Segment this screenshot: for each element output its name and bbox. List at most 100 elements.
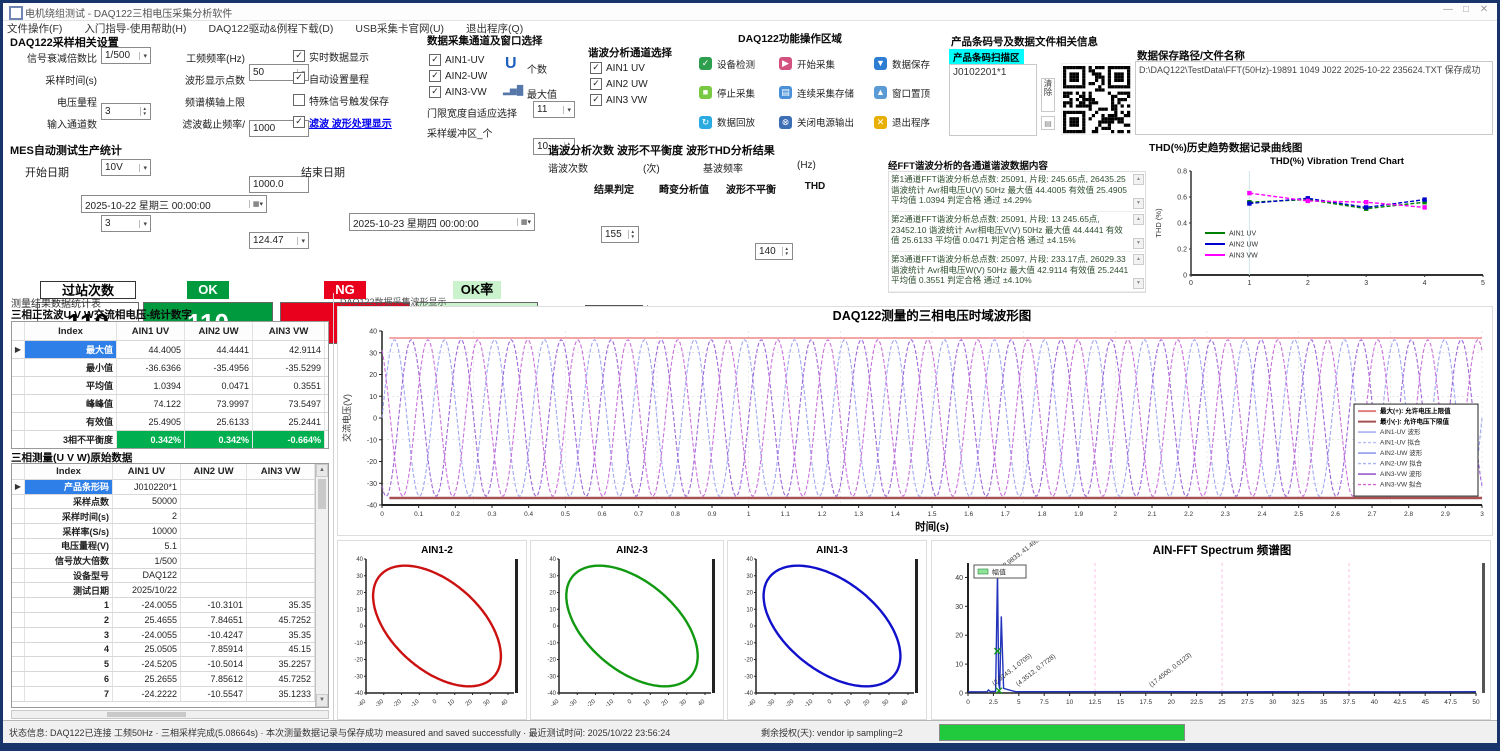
minimize-button[interactable]: — (1439, 4, 1457, 15)
table-row[interactable]: 7-24.2222-10.554735.1233 (12, 687, 328, 702)
scroll-up-icon[interactable]: ▲ (1133, 214, 1144, 225)
acq-field-input[interactable]: 1000.0 (249, 176, 309, 193)
table-row[interactable]: 采样点数50000 (12, 495, 328, 510)
acq-check-1[interactable]: ✓自动设置量程 (293, 71, 425, 85)
svg-text:40: 40 (697, 698, 706, 707)
op-button-0[interactable]: ✓设备检测 (699, 57, 779, 71)
value-cell (247, 554, 315, 568)
table-row[interactable]: 625.26557.8561245.7252 (12, 672, 328, 687)
op-button-2[interactable]: ▼数据保存 (874, 57, 949, 71)
value-cell (247, 569, 315, 583)
fft-log-area: 第1通道FFT谐波分析总点数: 25091, 片段: 245.65点, 2643… (888, 171, 1146, 293)
calendar-icon: ▦▾ (517, 218, 531, 226)
table-row[interactable]: 3相不平衡度0.342%0.342%-0.664% (12, 431, 328, 449)
svg-text:10: 10 (447, 698, 456, 707)
close-button[interactable]: ✕ (1475, 4, 1493, 15)
scroll-thumb[interactable] (318, 479, 326, 509)
row-label-cell: 3相不平衡度 (25, 431, 117, 448)
daq-check-1[interactable]: ✓AIN2-UW (429, 69, 499, 83)
svg-text:0.8: 0.8 (1177, 169, 1187, 176)
row-marker (12, 613, 25, 627)
svg-text:0: 0 (360, 624, 364, 630)
scroll-up-icon[interactable]: ▲ (1133, 174, 1144, 185)
lissajous-ain1-3-chart: AIN1-3-40-40-30-30-20-20-10-100010102020… (727, 540, 927, 720)
row-label-cell: 3 (25, 628, 113, 642)
scroll-down-icon[interactable]: ▼ (1133, 238, 1144, 249)
table-vscrollbar[interactable]: ▲▼ (315, 464, 328, 707)
op-button-5[interactable]: ▲窗口置顶 (874, 86, 949, 100)
table-row[interactable]: 信号放大倍数1/500 (12, 554, 328, 569)
op-button-4[interactable]: ▤连续采集存储 (779, 86, 874, 100)
op-button-1[interactable]: ▶开始采集 (779, 57, 874, 71)
svg-text:-30: -30 (547, 674, 556, 680)
op-button-8[interactable]: ✕退出程序 (874, 115, 949, 129)
table-row[interactable]: 电压量程(V)5.1 (12, 539, 328, 554)
table-row[interactable]: 采样时间(s)2 (12, 509, 328, 524)
start-date-picker[interactable]: 2025-10-22 星期三 00:00:00▦▾ (81, 195, 267, 213)
svg-text:THD (%): THD (%) (1154, 208, 1163, 238)
table-row[interactable]: 最小值-36.6366-35.4956-35.5299 (12, 359, 328, 377)
scroll-down-icon[interactable]: ▼ (1133, 198, 1144, 209)
barcode-clear-button[interactable]: 清除 (1041, 78, 1055, 112)
daq-check-2[interactable]: ✓AIN3-VW (429, 85, 499, 99)
table-row[interactable]: 平均值1.03940.04710.3551 (12, 377, 328, 395)
svg-text:2.5: 2.5 (989, 699, 998, 706)
scroll-up-icon[interactable]: ▲ (1133, 254, 1144, 265)
table-row[interactable]: 225.46557.8465145.7252 (12, 613, 328, 628)
checkbox-icon: ✓ (590, 94, 602, 106)
op-button-6[interactable]: ↻数据回放 (699, 115, 779, 129)
window-select[interactable]: 11▾ (533, 101, 575, 118)
acq-field-label: 输入通道数 (9, 116, 97, 131)
svg-text:0.1: 0.1 (414, 511, 423, 518)
table-row[interactable]: ▶产品条形码J010220*1 (12, 480, 328, 495)
harm-check-0[interactable]: ✓AIN1 UV (590, 61, 660, 75)
table-row[interactable]: 5-24.5205-10.501435.2257 (12, 657, 328, 672)
base-freq-spinner[interactable]: 140▲▼ (755, 243, 793, 260)
table-row[interactable]: 1-24.0055-10.310135.35 (12, 598, 328, 613)
svg-text:10: 10 (843, 698, 852, 707)
daq-check-0[interactable]: ✓AIN1-UV (429, 53, 499, 67)
scroll-up-icon[interactable]: ▲ (316, 464, 328, 477)
table-row[interactable]: 测试日期2025/10/22 (12, 583, 328, 598)
acq-check-2[interactable]: 特殊信号触发保存 (293, 93, 425, 107)
table-row[interactable]: 设备型号DAQ122 (12, 569, 328, 584)
spinner-arrows-icon: ▲▼ (140, 107, 147, 116)
print-icon[interactable]: ▤ (1041, 116, 1055, 130)
svg-text:15: 15 (1117, 699, 1125, 706)
end-date-picker[interactable]: 2025-10-23 星期四 00:00:00▦▾ (349, 213, 535, 231)
acq-check-0[interactable]: ✓实时数据显示 (293, 49, 425, 63)
raw-table-hscrollbar[interactable] (11, 710, 329, 719)
table-row[interactable]: 有效值25.490525.613325.2441 (12, 413, 328, 431)
column-header: AIN3 VW (253, 322, 325, 340)
scroll-down-icon[interactable]: ▼ (316, 694, 328, 707)
table-row[interactable]: 425.05057.8591445.15 (12, 643, 328, 658)
acq-check-3[interactable]: ✓滤波 波形处理显示 (293, 115, 425, 129)
acq-field-spin[interactable]: 3▲▼ (101, 103, 151, 120)
op-button-3[interactable]: ■停止采集 (699, 86, 779, 100)
op-button-7[interactable]: ⊗关闭电源输出 (779, 115, 874, 129)
field-value: 1000.0 (253, 179, 305, 190)
table-row[interactable]: ▶最大值44.400544.444142.9114 (12, 341, 328, 359)
spinner-arrows-icon: ▲▼ (628, 230, 635, 239)
acq-field-select[interactable]: 124.47▾ (249, 232, 309, 249)
acq-field-select[interactable]: 10V▾ (101, 159, 151, 176)
scroll-down-icon[interactable]: ▼ (1133, 278, 1144, 289)
acq-field-select[interactable]: 1/500▾ (101, 47, 151, 64)
table-row[interactable]: 峰峰值74.12273.999773.5497 (12, 395, 328, 413)
menu-item-2[interactable]: DAQ122驱动&例程下载(D) (209, 23, 334, 35)
harm-check-2[interactable]: ✓AIN3 VW (590, 93, 660, 107)
barcode-input[interactable]: J0102201*1 (949, 64, 1037, 136)
maximize-button[interactable]: □ (1457, 4, 1475, 15)
op-button-label: 退出程序 (892, 115, 930, 129)
harm-check-1[interactable]: ✓AIN2 UW (590, 77, 660, 91)
value-cell: 25.4655 (113, 613, 181, 627)
svg-text:30: 30 (881, 698, 890, 707)
table-row[interactable]: 3-24.0055-10.424735.35 (12, 628, 328, 643)
table-row[interactable]: 采样率(S/s)10000 (12, 524, 328, 539)
svg-text:1: 1 (1247, 280, 1251, 287)
row-label-cell: 最小值 (25, 359, 117, 376)
svg-text:0: 0 (959, 691, 963, 698)
acq-field-select[interactable]: 3▾ (101, 215, 151, 232)
harmonic-count-spinner[interactable]: 155▲▼ (601, 226, 639, 243)
svg-text:0: 0 (432, 698, 439, 705)
